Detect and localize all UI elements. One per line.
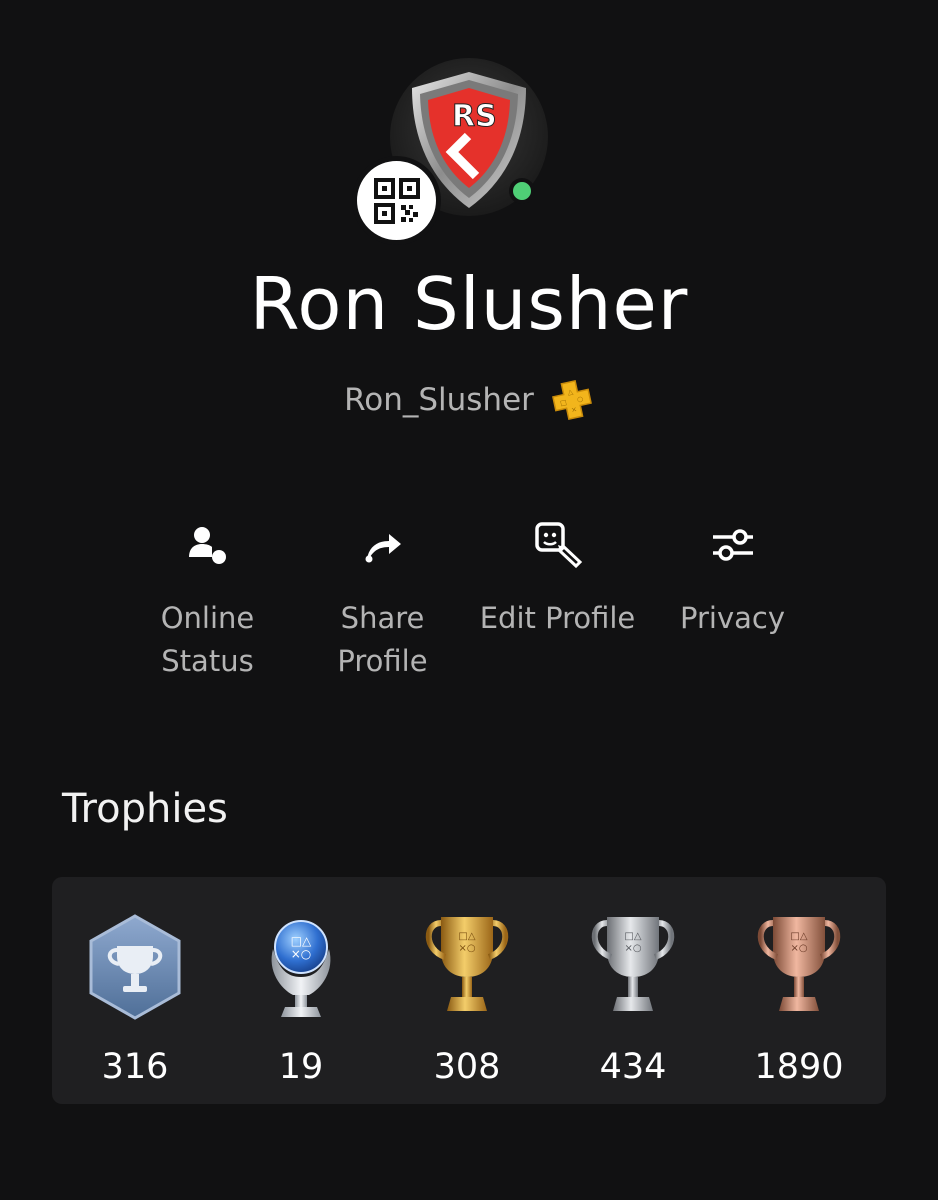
trophy-summary-card[interactable]: 316 □△ ×○ 19 □△ ×○ 308 □△ ×○ 434 □△ ×○ 1… — [52, 877, 886, 1104]
qr-code-icon — [373, 177, 420, 224]
svg-text:□△: □△ — [790, 931, 807, 942]
online-status-button[interactable]: Online Status — [120, 515, 295, 683]
edit-profile-button[interactable]: Edit Profile — [470, 515, 645, 640]
svg-text:×○: ×○ — [291, 947, 312, 961]
bronze-trophy-count: 1890 — [754, 1047, 844, 1087]
qr-code-button[interactable] — [352, 156, 441, 245]
svg-text:□△: □△ — [624, 931, 641, 942]
online-status-label: Online Status — [160, 601, 255, 678]
trophy-level-icon — [89, 914, 181, 1020]
share-profile-label: Share Profile — [337, 601, 428, 678]
online-status-icon — [188, 527, 226, 564]
gold-trophy-icon: □△ ×○ — [425, 917, 509, 1011]
svg-text:□△: □△ — [291, 934, 312, 948]
silver-trophy-count: 434 — [599, 1047, 667, 1087]
profile-actions: Online Status Share Profile Edit Profile… — [120, 515, 820, 695]
trophy-platinum: □△ ×○ 19 — [218, 911, 384, 1087]
edit-profile-icon — [534, 522, 582, 569]
share-profile-button[interactable]: Share Profile — [295, 515, 470, 683]
svg-text:□△: □△ — [458, 931, 475, 942]
online-id: Ron_Slusher — [344, 382, 534, 418]
online-id-row: Ron_Slusher △ ○ × □ — [0, 378, 938, 422]
svg-text:RS: RS — [452, 99, 497, 134]
sliders-icon — [712, 529, 753, 561]
privacy-button[interactable]: Privacy — [645, 515, 820, 640]
trophy-level: 316 — [52, 911, 218, 1087]
svg-text:×○: ×○ — [790, 943, 807, 954]
trophy-silver: □△ ×○ 434 — [550, 911, 716, 1087]
svg-text:×○: ×○ — [458, 943, 475, 954]
silver-trophy-icon: □△ ×○ — [591, 917, 675, 1011]
profile-page: RS Ron Slusher Ron_Slusher △ ○ × □ Onlin… — [0, 0, 938, 1200]
bronze-trophy-icon: □△ ×○ — [757, 917, 841, 1011]
platinum-trophy-count: 19 — [278, 1047, 324, 1087]
platinum-trophy-icon: □△ ×○ — [271, 920, 331, 1017]
trophy-level-count: 316 — [101, 1047, 169, 1087]
display-name: Ron Slusher — [249, 262, 689, 346]
privacy-label: Privacy — [680, 601, 785, 635]
svg-text:×○: ×○ — [624, 943, 641, 954]
share-arrow-icon — [365, 534, 401, 563]
gold-trophy-count: 308 — [433, 1047, 501, 1087]
trophy-bronze: □△ ×○ 1890 — [716, 911, 882, 1087]
trophies-heading: Trophies — [62, 786, 228, 832]
online-status-dot — [509, 178, 535, 204]
ps-plus-icon: △ ○ × □ — [551, 380, 592, 420]
trophy-gold: □△ ×○ 308 — [384, 911, 550, 1087]
edit-profile-label: Edit Profile — [479, 601, 636, 635]
